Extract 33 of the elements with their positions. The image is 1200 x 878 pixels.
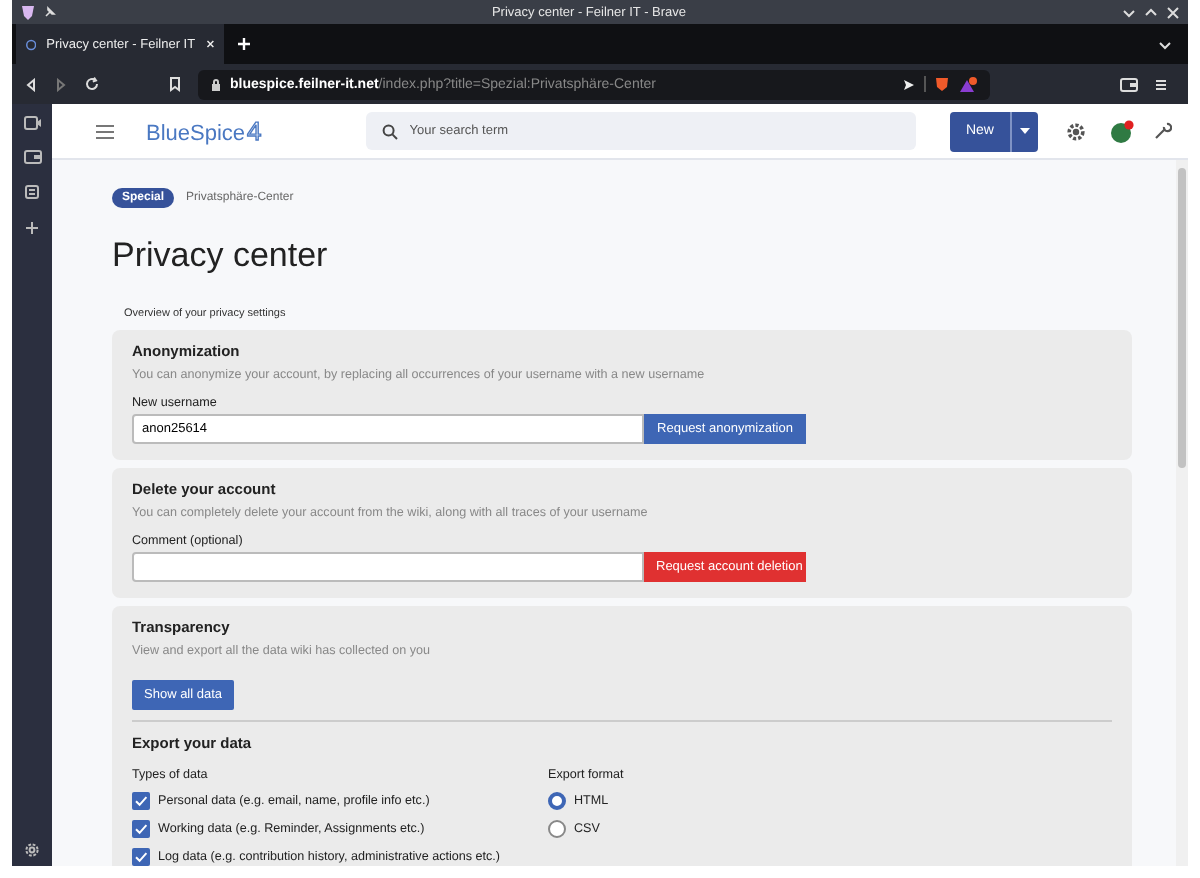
checkbox[interactable] [132,847,150,865]
chevron-down-icon[interactable] [1158,37,1172,51]
settings-icon[interactable] [24,842,40,858]
maximize-icon[interactable] [1144,5,1158,19]
wallet-icon[interactable] [23,150,41,164]
radio-button[interactable] [548,791,566,809]
minimize-icon[interactable] [1122,5,1136,19]
checkbox[interactable] [132,791,150,809]
pin-icon[interactable] [44,6,56,18]
reload-icon[interactable] [84,76,100,92]
avatar-icon[interactable] [1110,119,1134,143]
search-icon [381,123,398,139]
settings-icon[interactable] [1066,121,1086,141]
comment-field[interactable] [132,552,644,582]
back-icon[interactable] [24,77,38,91]
wallet-icon[interactable] [1120,77,1138,91]
wrench-icon[interactable] [1154,122,1172,140]
send-icon[interactable] [902,77,916,91]
lock-icon [210,77,222,91]
video-icon[interactable] [23,116,41,130]
checkbox[interactable] [132,819,150,837]
page-title: Privacy center [112,236,330,276]
reading-list-icon[interactable] [24,184,40,200]
close-icon[interactable] [205,38,214,50]
close-icon[interactable] [1166,5,1180,19]
plus-icon[interactable] [24,220,40,236]
forward-icon[interactable] [54,77,68,91]
caret-icon [1020,128,1030,134]
triangle-icon[interactable] [958,75,978,93]
bookmark-icon[interactable] [168,76,182,92]
globe-icon [26,37,37,51]
logo[interactable]: BlueSpice4 [146,116,262,146]
radio-button[interactable] [548,819,566,837]
